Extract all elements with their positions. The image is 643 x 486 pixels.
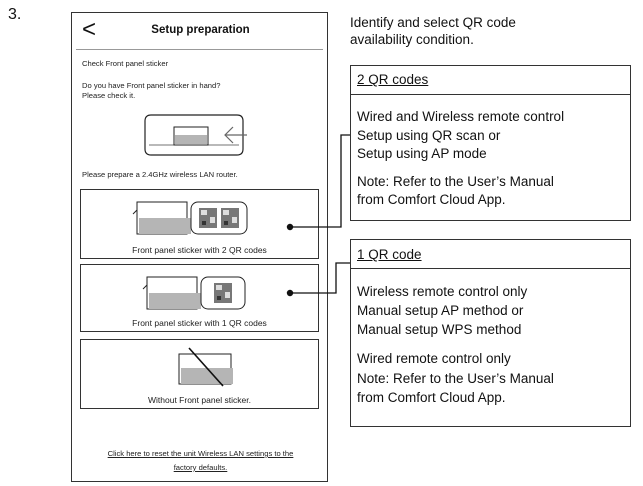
connector-two-qr <box>286 134 350 231</box>
connector-one-qr <box>286 262 350 297</box>
connector-lines <box>286 134 350 297</box>
